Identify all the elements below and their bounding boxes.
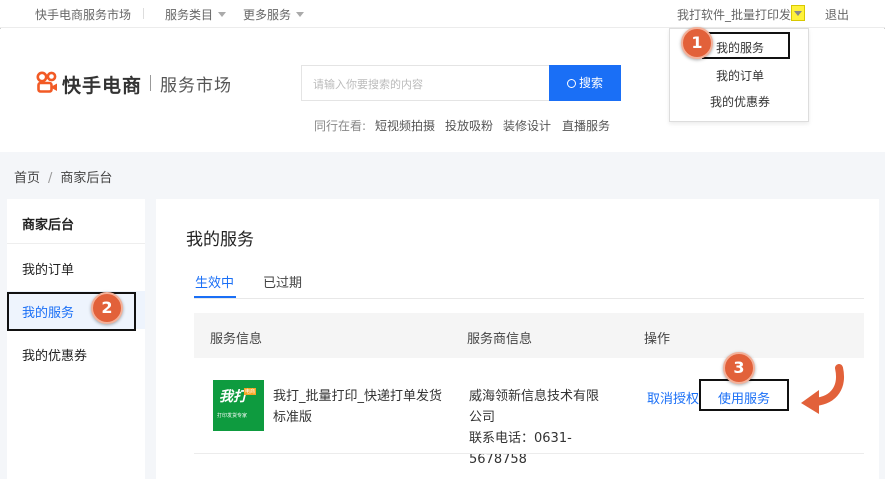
top-link-categories[interactable]: 服务类目 xyxy=(165,6,227,23)
chevron-down-icon xyxy=(296,12,305,17)
hot-link[interactable]: 直播服务 xyxy=(562,117,610,134)
step-badge: 3 xyxy=(723,352,755,384)
search-button[interactable]: 搜索 xyxy=(549,65,621,101)
breadcrumb: 首页 / 商家后台 xyxy=(14,167,112,186)
search-icon xyxy=(566,79,576,88)
dropdown-item-my-coupons[interactable]: 我的优惠券 xyxy=(670,93,810,110)
breadcrumb-separator: / xyxy=(48,171,53,186)
row-divider xyxy=(194,453,864,454)
step-badge: 2 xyxy=(91,292,123,324)
tab-divider xyxy=(194,298,864,299)
tab-expired[interactable]: 已过期 xyxy=(263,272,302,291)
cancel-auth-link[interactable]: 取消授权 xyxy=(647,388,699,407)
chevron-down-icon xyxy=(218,12,227,17)
sidebar-item-orders[interactable]: 我的订单 xyxy=(7,248,145,286)
page-title: 我的服务 xyxy=(186,230,254,250)
kuaishou-logo-icon xyxy=(36,71,57,93)
sidebar-item-coupons[interactable]: 我的优惠券 xyxy=(7,334,145,372)
logo-divider xyxy=(150,75,151,91)
hot-link[interactable]: 装修设计 xyxy=(503,117,551,134)
hot-link[interactable]: 投放吸粉 xyxy=(445,117,493,134)
provider-info: 威海领新信息技术有限 公司 联系电话：0631- 5678758 xyxy=(469,389,600,467)
sidebar: 商家后台 我的订单 我的服务 我的优惠券 xyxy=(7,199,145,479)
highlight-box xyxy=(702,32,790,59)
product-image-tag: 电商 xyxy=(244,388,257,395)
column-header: 服务信息 xyxy=(210,332,263,347)
service-name: 我打_批量打印_快递打单发货 标准版 xyxy=(273,389,443,425)
logo-sub-text: 服务市场 xyxy=(160,76,232,96)
breadcrumb-current: 商家后台 xyxy=(60,171,113,186)
hot-label: 同行在看: xyxy=(314,119,367,133)
step-badge: 1 xyxy=(681,27,713,59)
search-input[interactable]: 请输入你要搜索的内容 xyxy=(301,65,549,101)
top-separator xyxy=(143,8,144,19)
top-link-market[interactable]: 快手电商服务市场 xyxy=(35,6,131,23)
logout-link[interactable]: 退出 xyxy=(825,6,849,23)
main-panel: 我的服务 生效中 已过期 服务信息 服务商信息 操作 我打 电商 打印发货专家 … xyxy=(156,199,879,479)
table-header: 服务信息 服务商信息 操作 xyxy=(194,313,864,358)
user-menu-trigger[interactable]: 我打软件_批量打印发货 xyxy=(677,6,803,23)
logo-main-text: 快手电商 xyxy=(62,75,143,97)
product-image-subtitle: 打印发货专家 xyxy=(217,413,248,419)
dropdown-item-my-orders[interactable]: 我的订单 xyxy=(670,67,810,84)
tab-active[interactable]: 生效中 xyxy=(195,272,234,291)
sidebar-title: 商家后台 xyxy=(7,199,145,244)
breadcrumb-home[interactable]: 首页 xyxy=(14,171,40,186)
highlight-box xyxy=(699,379,789,411)
product-image: 我打 电商 打印发货专家 xyxy=(213,380,264,431)
product-image-title: 我打 xyxy=(219,389,247,405)
top-bar: 快手电商服务市场 服务类目 更多服务 我打软件_批量打印发货 退出 xyxy=(0,0,885,28)
column-header: 服务商信息 xyxy=(467,332,533,347)
curved-arrow-icon xyxy=(801,364,844,414)
hot-link[interactable]: 短视频拍摄 xyxy=(375,117,435,134)
column-header: 操作 xyxy=(644,332,671,347)
user-menu-caret[interactable] xyxy=(791,5,805,21)
chevron-down-icon xyxy=(794,11,802,16)
top-link-more[interactable]: 更多服务 xyxy=(243,6,305,23)
